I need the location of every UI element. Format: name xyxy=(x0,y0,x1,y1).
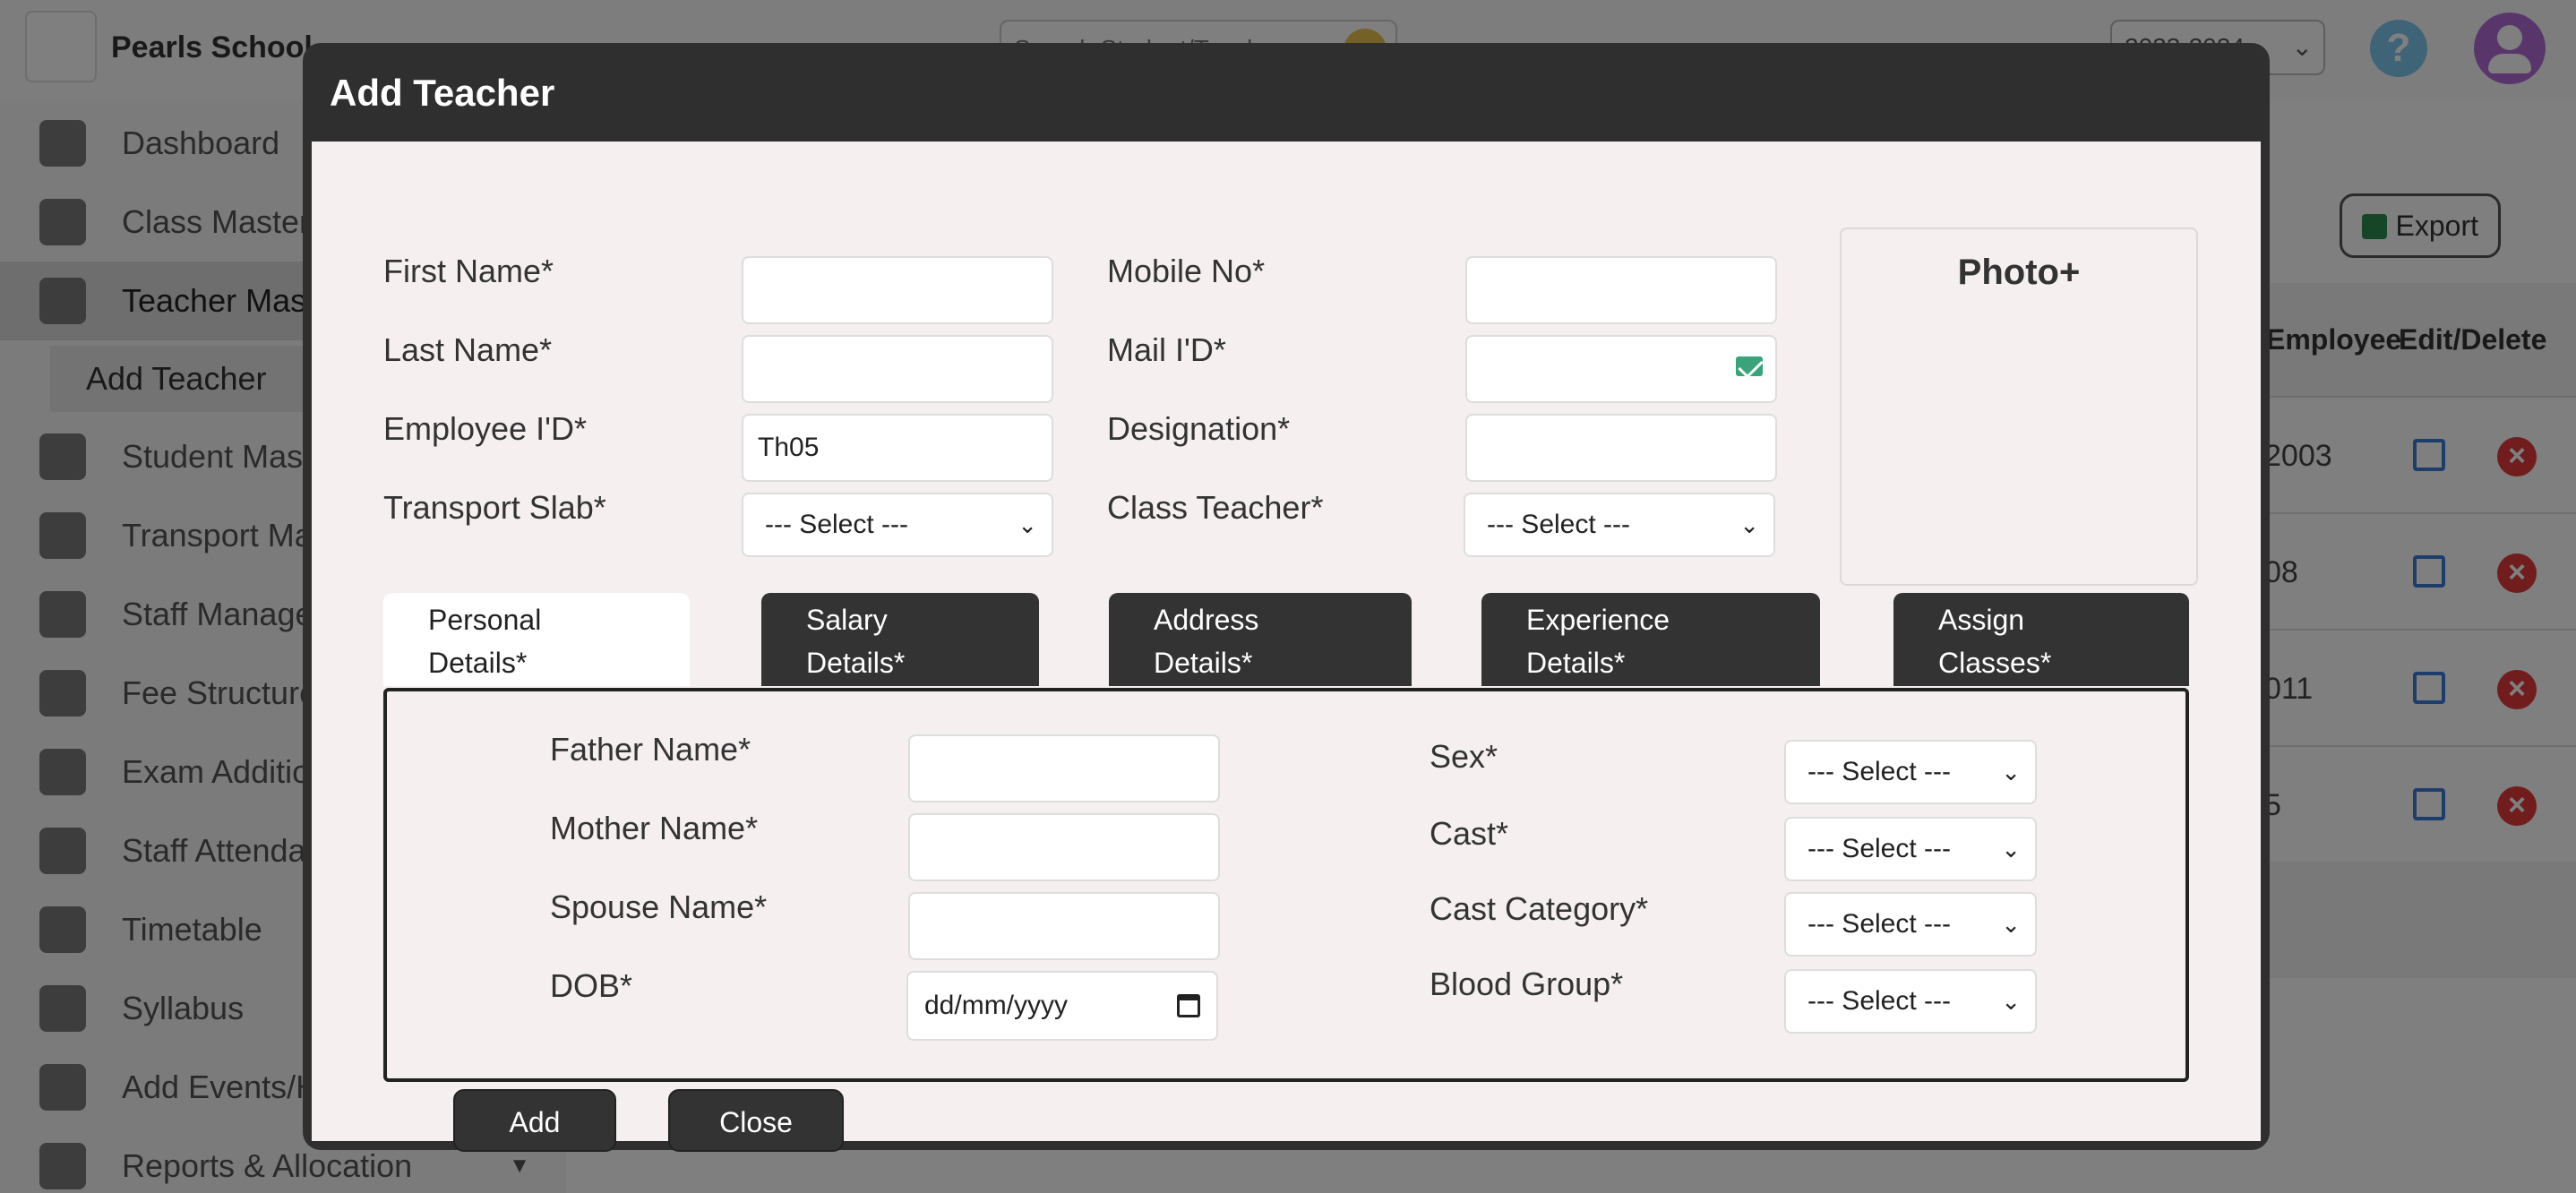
sex-label: Sex* xyxy=(1430,738,1498,775)
cast-category-value: --- Select --- xyxy=(1807,909,1951,939)
tab-label-line2: Details* xyxy=(1526,647,1626,679)
chevron-down-icon: ⌄ xyxy=(1739,511,1759,538)
blood-group-value: --- Select --- xyxy=(1807,986,1951,1016)
tab-label-line1: Experience xyxy=(1526,604,1670,636)
cast-category-label: Cast Category* xyxy=(1430,890,1649,927)
blood-group-label: Blood Group* xyxy=(1430,966,1624,1002)
designation-label: Designation* xyxy=(1107,410,1291,447)
add-button[interactable]: Add xyxy=(453,1089,616,1152)
cast-category-select[interactable]: --- Select --- ⌄ xyxy=(1784,892,2037,957)
father-name-input[interactable] xyxy=(908,734,1220,802)
last-name-input[interactable] xyxy=(742,335,1053,403)
mother-name-label: Mother Name* xyxy=(550,810,759,846)
tab-personal-details[interactable]: Personal Details* xyxy=(383,593,690,686)
mobile-no-label: Mobile No* xyxy=(1107,253,1266,289)
tab-label-line1: Salary xyxy=(806,604,888,636)
class-teacher-value: --- Select --- xyxy=(1487,510,1630,539)
mother-name-input[interactable] xyxy=(908,813,1220,881)
photo-upload-box[interactable]: Photo+ xyxy=(1840,227,2198,586)
tab-label-line2: Details* xyxy=(806,647,906,679)
class-teacher-select[interactable]: --- Select --- ⌄ xyxy=(1464,493,1775,557)
personal-details-panel: Father Name* Mother Name* Spouse Name* D… xyxy=(383,688,2189,1082)
tab-label-line2: Classes* xyxy=(1938,647,2052,679)
spouse-name-input[interactable] xyxy=(908,892,1220,960)
cast-select[interactable]: --- Select --- ⌄ xyxy=(1784,817,2037,881)
tab-label-line1: Address xyxy=(1154,604,1259,636)
first-name-label: First Name* xyxy=(383,253,554,289)
photo-upload-label: Photo+ xyxy=(1957,253,2081,292)
mail-id-label: Mail I'D* xyxy=(1107,331,1226,368)
modal-body: First Name* Last Name* Employee I'D* Tra… xyxy=(312,142,2261,1152)
tab-label-line2: Details* xyxy=(428,647,528,679)
chevron-down-icon: ⌄ xyxy=(2001,911,2021,938)
close-button[interactable]: Close xyxy=(668,1089,844,1152)
dob-input[interactable]: dd/mm/yyyy xyxy=(906,971,1218,1041)
mail-id-input[interactable] xyxy=(1465,335,1777,403)
employee-id-label: Employee I'D* xyxy=(383,410,587,447)
father-name-label: Father Name* xyxy=(550,731,751,768)
modal-title: Add Teacher xyxy=(330,72,555,114)
employee-id-input[interactable] xyxy=(742,414,1053,482)
class-teacher-label: Class Teacher* xyxy=(1107,489,1324,526)
tab-label-line2: Details* xyxy=(1154,647,1253,679)
chevron-down-icon: ⌄ xyxy=(1018,511,1037,538)
spouse-name-label: Spouse Name* xyxy=(550,888,768,925)
tab-assign-classes[interactable]: Assign Classes* xyxy=(1893,593,2189,686)
mobile-no-input[interactable] xyxy=(1465,256,1777,324)
sex-value: --- Select --- xyxy=(1807,757,1951,786)
first-name-input[interactable] xyxy=(742,256,1053,324)
chevron-down-icon: ⌄ xyxy=(2001,836,2021,863)
tab-experience-details[interactable]: Experience Details* xyxy=(1481,593,1820,686)
dob-value: dd/mm/yyyy xyxy=(924,991,1069,1020)
dob-label: DOB* xyxy=(550,967,633,1004)
cast-value: --- Select --- xyxy=(1807,834,1951,863)
add-teacher-modal: Add Teacher First Name* Last Name* Emplo… xyxy=(303,43,2270,1152)
chevron-down-icon: ⌄ xyxy=(2001,759,2021,785)
cast-label: Cast* xyxy=(1430,815,1509,852)
transport-slab-label: Transport Slab* xyxy=(383,489,606,526)
tab-label-line1: Assign xyxy=(1938,604,2025,636)
tab-salary-details[interactable]: Salary Details* xyxy=(761,593,1039,686)
mail-icon xyxy=(1736,356,1763,376)
calendar-icon[interactable] xyxy=(1177,994,1200,1017)
blood-group-select[interactable]: --- Select --- ⌄ xyxy=(1784,969,2037,1034)
transport-slab-value: --- Select --- xyxy=(765,510,908,539)
mail-id-field xyxy=(1465,335,1777,403)
tab-address-details[interactable]: Address Details* xyxy=(1109,593,1412,686)
designation-input[interactable] xyxy=(1465,414,1777,482)
last-name-label: Last Name* xyxy=(383,331,553,368)
sex-select[interactable]: --- Select --- ⌄ xyxy=(1784,740,2037,804)
tab-label-line1: Personal xyxy=(428,604,542,636)
transport-slab-select[interactable]: --- Select --- ⌄ xyxy=(742,493,1053,557)
chevron-down-icon: ⌄ xyxy=(2001,988,2021,1015)
